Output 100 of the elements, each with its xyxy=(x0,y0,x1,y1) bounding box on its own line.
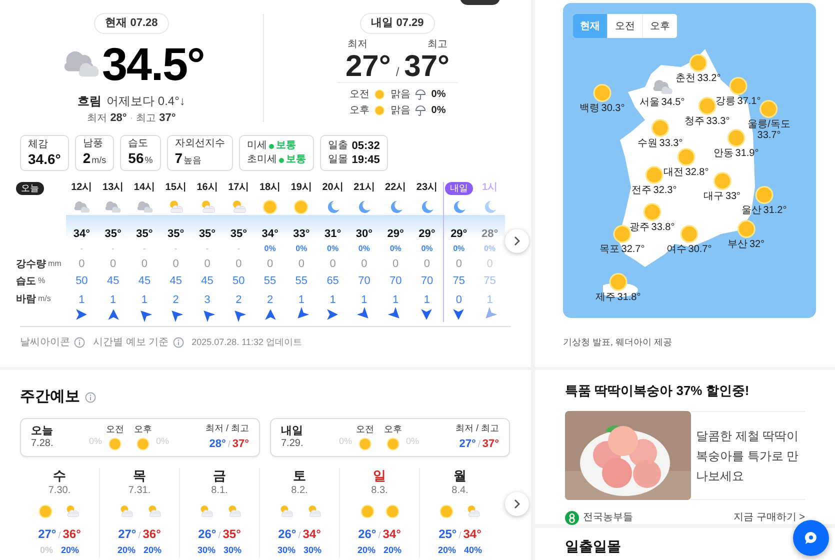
detail-value: 56 xyxy=(128,150,144,168)
slash-text: / xyxy=(218,529,221,542)
sun-icon xyxy=(644,165,664,185)
high-temperature: 34° xyxy=(463,526,482,543)
humidity-value: 70 xyxy=(420,274,434,289)
humidity-value: 65 xyxy=(326,274,339,289)
compare-text: 어제보다 0.4°↓ xyxy=(106,92,186,110)
rain-chance: 0% xyxy=(327,243,339,255)
date-badge: 내일 07.29 xyxy=(360,13,435,34)
rain-chance: 30% xyxy=(277,544,296,557)
umbrella-icon xyxy=(415,104,426,116)
detail-label: 일출 xyxy=(328,139,348,153)
sun-icon xyxy=(736,219,756,239)
humidity-value: 45 xyxy=(170,274,182,289)
info-icon[interactable] xyxy=(85,392,96,403)
rain-chance: - xyxy=(237,243,240,255)
wind-arrow-icon xyxy=(75,308,88,320)
hour-label: 23시 xyxy=(416,182,438,194)
rain-chance: 0% xyxy=(296,243,308,255)
hour-label: 13시 xyxy=(102,182,124,194)
rain-chance: 0% xyxy=(453,243,465,255)
high-label: 최고 xyxy=(428,38,448,52)
detail-label: 일몰 xyxy=(328,153,348,167)
next-button[interactable] xyxy=(505,229,529,253)
hour-label: 15시 xyxy=(165,182,186,194)
current-temperature: 34.5° xyxy=(102,38,204,90)
detail-label: 체감 xyxy=(28,138,49,150)
city-temperature: 33.8° xyxy=(651,222,675,233)
high-temperature: 34° xyxy=(302,526,321,543)
hour-label: 19시 xyxy=(290,182,312,194)
day-badge: 내일 xyxy=(444,182,473,195)
rain-amount: 0 xyxy=(456,256,462,272)
info-icon[interactable] xyxy=(74,337,85,348)
wind-speed: 2 xyxy=(266,294,274,306)
hour-temperature: 35° xyxy=(198,226,216,242)
city-name: 광주 xyxy=(629,222,650,233)
day-label: 내일 xyxy=(281,424,304,438)
sun-icon xyxy=(759,99,779,119)
chat-icon xyxy=(803,530,819,546)
date-label: 8.3. xyxy=(371,484,388,496)
hour-temperature: 34° xyxy=(262,226,278,242)
wind-speed: 2 xyxy=(236,294,242,306)
rain-chance: 30% xyxy=(197,544,216,557)
chat-button[interactable] xyxy=(793,520,829,556)
chevron-right-icon xyxy=(513,236,521,246)
humidity-value: 55 xyxy=(264,274,276,289)
range-label: 최저 / 최고 xyxy=(455,422,499,435)
hour-temperature: 35° xyxy=(230,226,247,242)
seller-name: 전국농부들 xyxy=(583,511,633,525)
sun-icon xyxy=(262,199,278,215)
rain-chance: 30% xyxy=(224,544,242,557)
city-temperature: 33.2° xyxy=(697,73,721,84)
city-temperature: 31.8° xyxy=(617,292,641,303)
map-tab[interactable]: 오후 xyxy=(642,14,677,38)
sun-icon xyxy=(688,53,708,73)
rain-amount: 0 xyxy=(110,256,116,272)
wind-speed: 0 xyxy=(456,294,462,306)
info-icon[interactable] xyxy=(172,337,184,348)
slash-text: / xyxy=(478,438,480,450)
city-temperature: 32.7° xyxy=(621,244,645,255)
rain-amount: 0 xyxy=(361,256,368,272)
cloud-icon xyxy=(134,199,154,215)
hour-label: 20시 xyxy=(322,182,344,194)
wind-speed: 1 xyxy=(110,294,116,306)
rain-amount: 0 xyxy=(266,256,274,272)
sun-icon xyxy=(697,96,717,116)
high-temperature: 37° xyxy=(482,436,499,452)
rain-chance: 20% xyxy=(384,544,402,557)
city-name: 목포 xyxy=(599,244,620,255)
hour-temperature: 35° xyxy=(168,226,184,242)
city-temperature: 30.7° xyxy=(688,244,712,255)
rain-amount: 0 xyxy=(424,256,430,272)
source-credit: 기상청 발표, 웨더아이 제공 xyxy=(563,337,672,347)
rain-chance: 30% xyxy=(304,544,322,557)
date-label: 8.4. xyxy=(452,484,468,496)
buy-link[interactable]: 지금 구매하기 > xyxy=(734,510,805,525)
detail-unit: % xyxy=(144,154,153,168)
next-button[interactable] xyxy=(505,492,529,516)
sun-icon xyxy=(438,504,454,520)
city-name: 제주 xyxy=(595,292,616,303)
range-label: 최저 / 최고 xyxy=(205,422,249,435)
row-unit: mm xyxy=(48,258,62,270)
ad-title: 특품 딱딱이복숭아 37% 할인중! xyxy=(565,383,750,398)
wind-speed: 3 xyxy=(204,294,210,306)
rain-chance: 0% xyxy=(264,243,276,255)
detail-label: 초미세 xyxy=(246,153,277,167)
city-name: 강릉 xyxy=(715,96,736,107)
detail-value: 7 xyxy=(174,150,183,168)
weekday-label: 금 xyxy=(213,468,226,484)
hour-temperature: 29° xyxy=(450,226,468,242)
sun-icon xyxy=(38,504,53,520)
weekday-label: 목 xyxy=(133,468,146,484)
low-temperature: 26° xyxy=(278,526,296,543)
wind-speed: 1 xyxy=(392,294,399,306)
low-temperature: 26° xyxy=(358,526,376,543)
rain-chance: 0% xyxy=(431,88,446,102)
city-temperature: 30.3° xyxy=(601,103,625,114)
humidity-value: 45 xyxy=(138,274,151,289)
detail-value: 2 xyxy=(82,150,91,168)
detail-value: 34.6° xyxy=(28,150,61,168)
